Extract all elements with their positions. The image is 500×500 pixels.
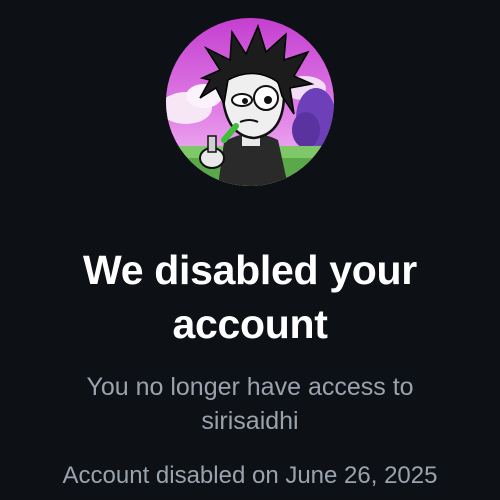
page-title: We disabled your account [0,243,500,351]
access-message-text: You no longer have access to [86,373,414,401]
disabled-date-notice: Account disabled on June 26, 2025 [62,462,438,489]
headline-line-1: We disabled your [83,247,417,293]
profile-picture-icon [166,18,334,186]
avatar [166,18,334,186]
access-message: You no longer have access to sirisaidhi [0,370,500,438]
username: sirisaidhi [201,407,299,435]
headline-line-2: account [172,301,328,347]
